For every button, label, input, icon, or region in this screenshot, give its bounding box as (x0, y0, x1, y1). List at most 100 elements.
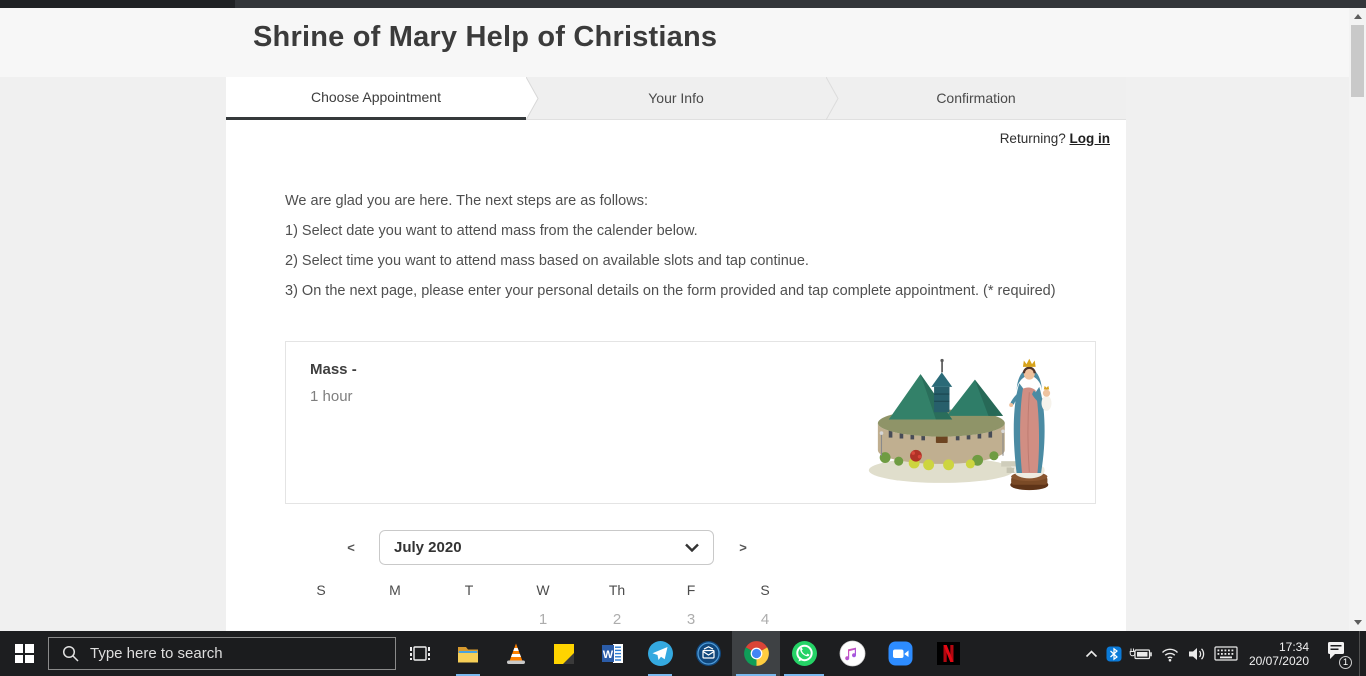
browser-top-strip (0, 0, 1366, 8)
instruction-line: 3) On the next page, please enter your p… (285, 283, 1056, 299)
scroll-up-button[interactable] (1349, 8, 1366, 25)
booking-page: Shrine of Mary Help of Christians Choose… (0, 8, 1349, 631)
start-button[interactable] (0, 631, 48, 676)
volume-button[interactable] (1187, 645, 1207, 663)
weekday-header: M (389, 582, 401, 598)
calendar-date-row: 1 2 3 4 (284, 611, 1126, 628)
scroll-down-button[interactable] (1349, 614, 1366, 631)
vlc-icon (507, 643, 525, 664)
action-center-button[interactable]: 1 (1320, 637, 1352, 671)
task-view-button[interactable] (396, 631, 444, 676)
wifi-button[interactable] (1160, 646, 1180, 662)
weekday-header: S (760, 582, 770, 598)
calendar-day (358, 611, 432, 628)
weekday-header: W (536, 582, 550, 598)
chevron-down-icon (685, 543, 699, 552)
returning-label: Returning? (999, 131, 1066, 146)
whatsapp-button[interactable] (780, 631, 828, 676)
page-header: Shrine of Mary Help of Christians (0, 8, 1349, 77)
step-tabs: Choose Appointment Your Info Confirmatio… (226, 77, 1126, 120)
church-statue-image (868, 358, 1052, 491)
calendar-day: 2 (612, 611, 622, 628)
tab-separator-chevron (826, 77, 839, 120)
battery-charging-icon (1129, 648, 1152, 659)
weekday-header: Th (608, 582, 626, 598)
wifi-icon (1161, 648, 1178, 661)
calendar-prev-button[interactable]: < (344, 540, 358, 555)
calendar-day (284, 611, 358, 628)
mail-button[interactable] (684, 631, 732, 676)
instruction-line: 2) Select time you want to attend mass b… (285, 253, 809, 269)
whatsapp-icon (791, 641, 817, 666)
chrome-button[interactable] (732, 631, 780, 676)
pinned-apps: W (396, 631, 972, 676)
calendar-next-button[interactable]: > (736, 540, 750, 555)
telegram-button[interactable] (636, 631, 684, 676)
month-select-value: July 2020 (394, 539, 462, 556)
scrollbar-thumb[interactable] (1351, 25, 1364, 97)
scroll-up-icon (1353, 14, 1362, 19)
file-explorer-icon (458, 646, 478, 662)
instruction-line: We are glad you are here. The next steps… (285, 193, 648, 209)
returning-row: Returning? Log in (226, 120, 1126, 150)
netflix-button[interactable] (924, 631, 972, 676)
content-column: Choose Appointment Your Info Confirmatio… (226, 77, 1126, 631)
active-tab-arrow (526, 77, 539, 120)
chevron-up-icon (1085, 649, 1098, 657)
sticky-notes-button[interactable] (540, 631, 588, 676)
scroll-down-icon (1353, 620, 1362, 625)
calendar-day: 3 (686, 611, 696, 628)
instructions: We are glad you are here. The next steps… (285, 193, 1126, 299)
calendar-day: 4 (760, 611, 770, 628)
zoom-button[interactable] (876, 631, 924, 676)
bluetooth-button[interactable] (1106, 646, 1122, 662)
tab-your-info[interactable]: Your Info (526, 77, 826, 120)
search-icon (62, 645, 79, 662)
vlc-button[interactable] (492, 631, 540, 676)
telegram-icon (647, 641, 673, 666)
itunes-button[interactable] (828, 631, 876, 676)
search-input[interactable] (90, 645, 385, 662)
svg-text:W: W (602, 649, 613, 661)
itunes-icon (839, 640, 865, 667)
touch-keyboard-icon (1214, 646, 1238, 661)
weekday-header: S (316, 582, 326, 598)
tab-confirmation[interactable]: Confirmation (826, 77, 1126, 120)
log-in-link[interactable]: Log in (1070, 131, 1111, 146)
vertical-scrollbar[interactable] (1349, 8, 1366, 631)
instruction-line: 1) Select date you want to attend mass f… (285, 223, 698, 239)
mail-icon (695, 641, 721, 666)
show-desktop-button[interactable] (1359, 631, 1366, 676)
netflix-icon (936, 642, 960, 665)
clock-date: 20/07/2020 (1248, 653, 1309, 668)
taskbar-search[interactable] (48, 637, 396, 670)
sticky-notes-icon (554, 643, 574, 664)
system-tray: 17:34 20/07/2020 1 (1084, 631, 1356, 676)
page-title: Shrine of Mary Help of Christians (253, 21, 718, 53)
weekday-header: T (464, 582, 474, 598)
tab-choose-appointment[interactable]: Choose Appointment (226, 77, 526, 120)
zoom-icon (888, 641, 912, 666)
touch-keyboard-button[interactable] (1214, 645, 1238, 662)
calendar-weekday-row: S M T W Th F S (284, 582, 1126, 598)
chrome-icon (743, 641, 769, 666)
file-explorer-button[interactable] (444, 631, 492, 676)
calendar-day (432, 611, 506, 628)
windows-logo-icon (14, 644, 34, 663)
word-icon: W (601, 644, 623, 663)
task-view-icon (410, 645, 430, 661)
calendar-day: 1 (538, 611, 548, 628)
month-select[interactable]: July 2020 (379, 530, 714, 565)
browser-top-strip-segment (0, 0, 235, 8)
browser-viewport: Shrine of Mary Help of Christians Choose… (0, 8, 1366, 631)
bluetooth-icon (1106, 646, 1122, 661)
hidden-icons-chevron[interactable] (1084, 648, 1099, 660)
windows-taskbar: W (0, 631, 1366, 676)
taskbar-clock[interactable]: 17:34 20/07/2020 (1245, 640, 1313, 668)
calendar-nav: < July 2020 > (344, 530, 1126, 565)
service-card: Mass - 1 hour (285, 341, 1096, 504)
weekday-header: F (686, 582, 696, 598)
word-button[interactable]: W (588, 631, 636, 676)
notification-badge: 1 (1339, 655, 1352, 669)
battery-button[interactable] (1129, 646, 1153, 662)
